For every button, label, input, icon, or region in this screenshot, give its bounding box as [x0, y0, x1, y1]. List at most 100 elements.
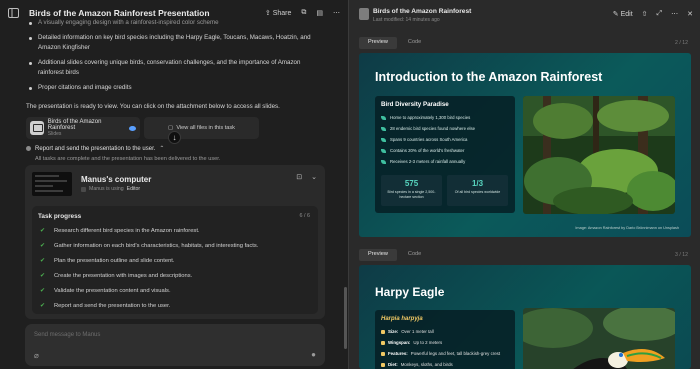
- task-item: ✔ Report and send the presentation to the…: [40, 302, 171, 310]
- fact-text: Home to approximately 1,300 bird species: [390, 115, 471, 120]
- stat-card: 575 Bird species in a single 2,500-hecta…: [381, 175, 442, 206]
- fact-item: Spans 9 countries across South America: [381, 137, 467, 142]
- fact-text: Powerful legs and feet, tall blackish-gr…: [410, 351, 501, 356]
- fact-item: Contains 20% of the world's freshwater: [381, 148, 464, 153]
- monitor-icon[interactable]: ⊡: [296, 173, 302, 181]
- fact-text: Spans 9 countries across South America: [390, 137, 468, 142]
- status-text: Manus is using: [89, 186, 124, 192]
- step-header[interactable]: Report and send the presentation to the …: [26, 145, 164, 152]
- app-root: Birds of the Amazon Rainforest Presentat…: [0, 0, 700, 369]
- task-label: Gather information on each bird's charac…: [54, 242, 259, 249]
- tab-code[interactable]: Code: [399, 37, 430, 49]
- fact-text: Monkeys, sloths, and birds: [400, 362, 453, 367]
- view-all-label: View all files in this task: [176, 125, 235, 131]
- task-item: ✔ Create the presentation with images and…: [40, 272, 193, 280]
- progress-count: 6 / 6: [299, 213, 311, 219]
- preview-eye-icon[interactable]: [129, 125, 136, 131]
- stat-value: 1/3: [471, 179, 484, 188]
- fact-text: Contains 20% of the world's freshwater: [390, 148, 465, 153]
- chevron-down-icon[interactable]: ⌄: [311, 173, 317, 181]
- fact-text: 28 endemic bird species found nowhere el…: [390, 126, 476, 131]
- stat-caption: Of all bird species worldwide: [454, 190, 501, 194]
- slide-title: Introduction to the Amazon Rainforest: [375, 70, 603, 84]
- tab-code[interactable]: Code: [399, 249, 430, 261]
- fact-item: Diet: Monkeys, sloths, and birds: [381, 362, 453, 367]
- share-label: Share: [272, 9, 292, 17]
- scrollbar[interactable]: [344, 287, 347, 349]
- fact-item: Features: Powerful legs and feet, tall bl…: [381, 351, 500, 356]
- bullet-icon: [381, 340, 385, 345]
- fact-text: Over 1 meter tall: [401, 329, 434, 334]
- slide-page-number: 3 / 12: [675, 252, 688, 258]
- stat-card: 1/3 Of all bird species worldwide: [447, 175, 508, 206]
- slide-title: Harpy Eagle: [375, 285, 445, 299]
- slide-intro: Introduction to the Amazon Rainforest Bi…: [359, 53, 691, 237]
- fact-item: 28 endemic bird species found nowhere el…: [381, 126, 475, 131]
- chevron-up-icon[interactable]: ⌃: [159, 145, 164, 152]
- stat-value: 575: [404, 179, 419, 188]
- expand-icon[interactable]: ⤢: [657, 10, 663, 18]
- input-placeholder: Send message to Manus: [34, 332, 101, 338]
- list-item: A visually engaging design with a rainfo…: [26, 18, 326, 29]
- box-title: Bird Diversity Paradise: [381, 101, 449, 108]
- edit-label: Edit: [620, 11, 633, 18]
- share-out-icon[interactable]: ⇧: [642, 10, 648, 18]
- leaf-icon: [381, 159, 386, 164]
- fact-label: Features:: [388, 351, 408, 356]
- list-item: Additional slides covering unique birds,…: [26, 58, 326, 79]
- message-input[interactable]: Send message to Manus ⌀ ●: [25, 324, 325, 366]
- bird-diversity-box: Bird Diversity Paradise Home to approxim…: [375, 96, 515, 213]
- slide2-tabs: Preview Code: [359, 249, 430, 261]
- leaf-icon: [381, 137, 386, 142]
- tab-preview[interactable]: Preview: [359, 37, 397, 49]
- attachment-text: Birds of the Amazon Rainforest Slides: [48, 119, 129, 137]
- fact-item: Receives 2-3 meters of rainfall annually: [381, 159, 465, 164]
- progress-title: Task progress: [38, 213, 82, 220]
- slide1-tabs: Preview Code: [359, 37, 430, 49]
- task-label: Research different bird species in the A…: [54, 227, 200, 234]
- stat-caption: Bird species in a single 2,500-hectare s…: [387, 190, 436, 199]
- task-label: Report and send the presentation to the …: [54, 302, 171, 309]
- share-button[interactable]: ⇪ Share: [264, 9, 292, 18]
- fact-item: Home to approximately 1,300 bird species: [381, 115, 470, 120]
- check-icon: ✔: [40, 228, 46, 234]
- leaf-icon: [381, 115, 386, 120]
- task-label: Create the presentation with images and …: [54, 272, 193, 279]
- fact-text: Receives 2-3 meters of rainfall annually: [390, 159, 466, 164]
- task-item: ✔ Research different bird species in the …: [40, 227, 200, 235]
- rainforest-image: [523, 96, 675, 214]
- view-all-files-button[interactable]: ▢ View all files in this task: [144, 117, 259, 139]
- task-title: Birds of the Amazon Rainforest Presentat…: [29, 8, 210, 18]
- list-item: Proper citations and image credits: [26, 83, 326, 94]
- file-icon[interactable]: ▤: [316, 9, 323, 17]
- toucan-image: [523, 308, 675, 369]
- preview-actions: ✎ Edit ⇧ ⤢ ⋯ ✕: [613, 10, 693, 18]
- more-icon[interactable]: ⋯: [333, 9, 340, 17]
- sidebar-toggle-icon[interactable]: [8, 8, 19, 18]
- check-icon: ✔: [40, 258, 46, 264]
- mic-icon[interactable]: ●: [311, 350, 316, 359]
- ready-message: The presentation is ready to view. You c…: [26, 103, 280, 110]
- share-icon: ⇪: [264, 10, 271, 17]
- attach-icon[interactable]: ⌀: [34, 351, 39, 360]
- check-icon: ✔: [40, 288, 46, 294]
- attachment-name: Birds of the Amazon Rainforest: [47, 119, 102, 131]
- slide-harpy-eagle: Harpy Eagle Harpia harpyja Size: Over 1 m…: [359, 265, 691, 369]
- attachment-card[interactable]: Birds of the Amazon Rainforest Slides: [26, 117, 140, 139]
- more-icon[interactable]: ⋯: [671, 10, 678, 18]
- edit-button[interactable]: ✎ Edit: [613, 10, 633, 18]
- attachment-type: Slides: [47, 131, 62, 137]
- computer-card: Manus's computer Manus is using Editor ⊡…: [25, 165, 325, 319]
- tab-preview[interactable]: Preview: [359, 249, 397, 261]
- scroll-down-icon[interactable]: ↓: [168, 131, 181, 144]
- check-icon: ✔: [40, 243, 46, 249]
- preview-title: Birds of the Amazon Rainforest: [373, 8, 472, 15]
- fact-text: Up to 2 meters: [413, 340, 443, 345]
- leaf-icon: [381, 148, 386, 153]
- close-icon[interactable]: ✕: [687, 10, 693, 18]
- slide-page-number: 2 / 12: [675, 40, 688, 46]
- computer-thumbnail[interactable]: [32, 172, 72, 196]
- list-item: Detailed information on key bird species…: [26, 33, 326, 54]
- copy-icon[interactable]: ⧉: [301, 9, 306, 17]
- computer-title: Manus's computer: [81, 175, 152, 184]
